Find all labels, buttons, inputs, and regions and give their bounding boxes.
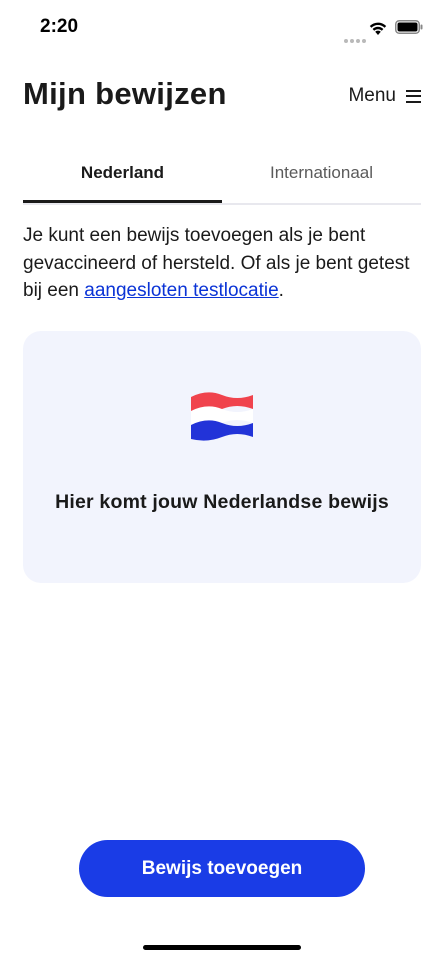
add-proof-button[interactable]: Bewijs toevoegen: [79, 840, 365, 897]
wifi-icon: [369, 22, 387, 35]
battery-icon: [395, 20, 423, 34]
tab-nederland[interactable]: Nederland: [23, 150, 222, 203]
testlocation-link[interactable]: aangesloten testlocatie: [84, 280, 278, 301]
tab-internationaal[interactable]: Internationaal: [222, 150, 421, 201]
cellular-signal-icon: [344, 30, 368, 48]
intro-text-after: .: [278, 280, 284, 301]
status-time: 2:20: [40, 16, 79, 37]
status-bar: 2:20: [0, 0, 444, 56]
menu-button[interactable]: Menu: [348, 85, 421, 107]
header: Mijn bewijzen Menu: [0, 76, 444, 120]
tab-bar: Nederland Internationaal: [23, 150, 421, 205]
netherlands-flag-icon: [191, 392, 253, 441]
empty-proof-card: Hier komt jouw Nederlandse bewijs: [23, 331, 421, 583]
card-title: Hier komt jouw Nederlandse bewijs: [55, 491, 389, 513]
intro-text: Je kunt een bewijs toevoegen als je bent…: [23, 222, 423, 305]
page-title: Mijn bewijzen: [23, 76, 227, 111]
home-indicator[interactable]: [143, 945, 301, 950]
menu-label: Menu: [348, 85, 396, 106]
hamburger-icon: [406, 89, 421, 103]
